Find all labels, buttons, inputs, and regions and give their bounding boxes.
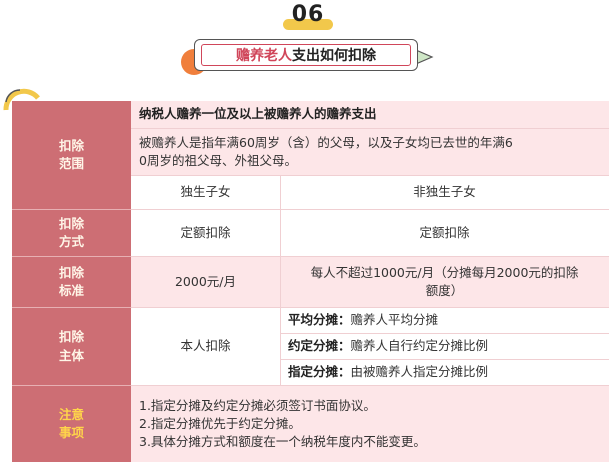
- label-line: 主体: [58, 347, 84, 363]
- column-divider: [280, 176, 281, 386]
- label-line: 范围: [58, 156, 84, 171]
- label-line: 方式: [58, 234, 84, 249]
- subject-option: 约定分摊： 赡养人自行约定分摊比例: [280, 334, 609, 360]
- method-non-only-child: 定额扣除: [280, 210, 609, 257]
- row-label-method: 扣除 方式: [12, 210, 131, 257]
- label-line: 注意: [58, 406, 84, 422]
- option-desc: 赡养人自行约定分摊比例: [350, 338, 489, 354]
- row-label-subject: 扣除 主体: [12, 308, 131, 386]
- label-line: 扣除: [58, 215, 84, 231]
- option-desc: 由被赡养人指定分摊比例: [350, 364, 489, 380]
- note-item: 3.具体分摊方式和额度在一个纳税年度内不能变更。: [139, 434, 426, 450]
- column-non-only-child: 非独生子女: [280, 176, 609, 210]
- label-line: 事项: [58, 425, 84, 440]
- option-name: 指定分摊：: [288, 364, 351, 380]
- subject-option: 指定分摊： 由被赡养人指定分摊比例: [280, 360, 609, 386]
- title-highlight: 赡养老人: [236, 48, 292, 64]
- label-line: 扣除: [58, 329, 84, 345]
- column-only-child: 独生子女: [131, 176, 280, 210]
- title-text: 支出如何扣除: [292, 48, 376, 64]
- note-item: 2.指定分摊优先于约定分摊。: [139, 415, 301, 431]
- section-number-text: 06: [291, 2, 325, 27]
- standard-line: 额度）: [425, 283, 464, 298]
- label-line: 标准: [58, 283, 84, 298]
- row-label-standard: 扣除 标准: [12, 257, 131, 308]
- subject-only-child: 本人扣除: [131, 308, 280, 386]
- page: 06 赡养老人 支出如何扣除 扣除 范围 纳税人赡养一位及以上被赡养人的赡养支出…: [0, 0, 611, 464]
- notes-content: 1.指定分摊及约定分摊必须签订书面协议。 2.指定分摊优先于约定分摊。 3.具体…: [131, 386, 609, 462]
- method-only-child: 定额扣除: [131, 210, 280, 257]
- standard-line: 每人不超过1000元/月（分摊每月2000元的扣除: [310, 264, 579, 280]
- standard-only-child: 2000元/月: [131, 257, 280, 308]
- label-line: 扣除: [58, 264, 84, 280]
- row-label-scope: 扣除 范围: [12, 101, 131, 210]
- scope-desc-line: 被赡养人是指年满60周岁（含）的父母，以及子女均已去世的年满6: [139, 134, 513, 150]
- scope-description: 被赡养人是指年满60周岁（含）的父母，以及子女均已去世的年满6 0周岁的祖父母、…: [131, 129, 609, 176]
- deduction-table: 扣除 范围 纳税人赡养一位及以上被赡养人的赡养支出 被赡养人是指年满60周岁（含…: [12, 101, 609, 462]
- note-item: 1.指定分摊及约定分摊必须签订书面协议。: [139, 397, 376, 413]
- subject-option: 平均分摊： 赡养人平均分摊: [280, 308, 609, 334]
- section-number: 06: [278, 2, 338, 32]
- label-line: 扣除: [58, 137, 84, 153]
- title-inner-frame: 赡养老人 支出如何扣除: [201, 44, 411, 66]
- title-banner: 赡养老人 支出如何扣除: [194, 39, 418, 71]
- scope-heading: 纳税人赡养一位及以上被赡养人的赡养支出: [131, 101, 609, 129]
- scope-desc-line: 0周岁的祖父母、外祖父母。: [139, 153, 297, 168]
- row-label-notes: 注意 事项: [12, 386, 131, 462]
- standard-non-only-child: 每人不超过1000元/月（分摊每月2000元的扣除 额度）: [280, 257, 609, 308]
- option-name: 约定分摊：: [288, 338, 351, 354]
- option-desc: 赡养人平均分摊: [350, 312, 439, 328]
- option-name: 平均分摊：: [288, 312, 351, 328]
